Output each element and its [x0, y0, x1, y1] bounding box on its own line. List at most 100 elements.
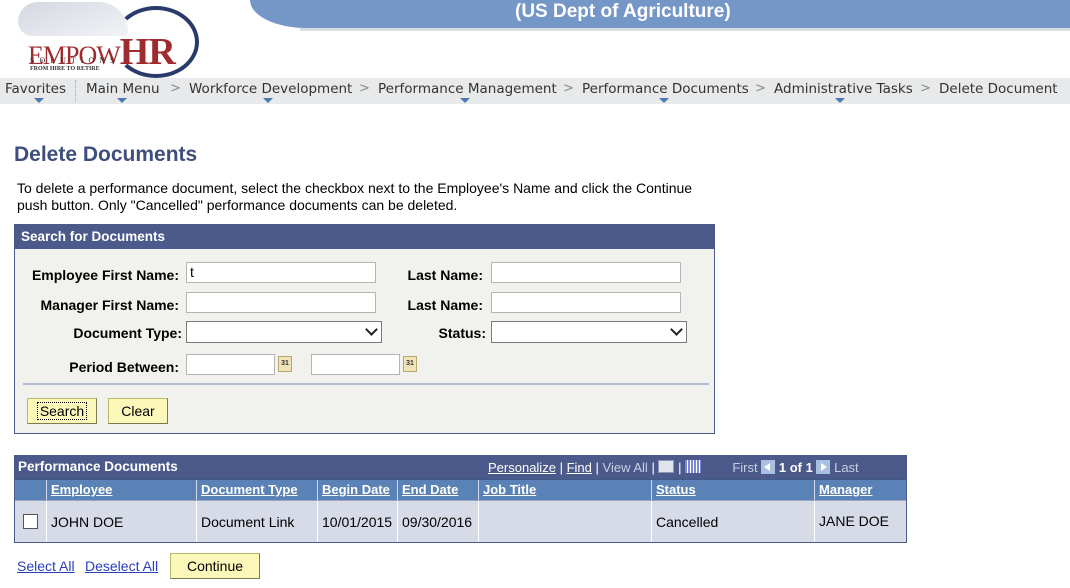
employee-first-name-input[interactable]: t — [186, 262, 376, 283]
column-header-label[interactable]: Begin Date — [322, 482, 390, 497]
dropdown-arrow-icon — [835, 98, 845, 103]
dropdown-arrow-icon — [117, 98, 127, 103]
manager-first-name-input[interactable] — [186, 292, 376, 313]
breadcrumb-nav: Favorites Main Menu > Workforce Developm… — [0, 78, 1070, 104]
grid-header: Performance Documents Personalize | Find… — [15, 455, 906, 479]
next-page-icon[interactable] — [816, 460, 831, 474]
view-all-link[interactable]: View All — [603, 460, 648, 475]
status-select[interactable] — [491, 321, 687, 343]
manager-last-name-label: Last Name: — [407, 297, 483, 313]
empowhr-logo: EMPOWHR SOLUTIONS FROM HIRE TO RETIRE — [18, 2, 208, 78]
nav-label: Delete Document — [939, 81, 1058, 97]
manager-last-name-input[interactable] — [491, 292, 681, 313]
status-cell: Cancelled — [652, 501, 815, 542]
breadcrumb-separator: > — [755, 81, 766, 96]
nav-favorites[interactable]: Favorites — [5, 81, 66, 103]
clear-button[interactable]: Clear — [108, 398, 168, 424]
search-button-label: Search — [36, 402, 88, 420]
column-header-begin-date[interactable]: Begin Date — [318, 480, 398, 500]
row-select-cell — [15, 501, 47, 542]
last-page-label: Last — [834, 460, 859, 475]
column-header-label[interactable]: Document Type — [201, 482, 298, 497]
dropdown-arrow-icon — [263, 98, 273, 103]
employee-first-name-label: Employee First Name: — [31, 267, 179, 283]
logo-tagline: FROM HIRE TO RETIRE — [30, 66, 100, 72]
logo-brand-part2: HR — [119, 31, 176, 73]
breadcrumb-separator: > — [920, 81, 931, 96]
calendar-icon[interactable]: 31 — [278, 356, 292, 372]
dropdown-arrow-icon — [659, 98, 669, 103]
column-header-employee[interactable]: Employee — [47, 480, 197, 500]
end-date-cell: 09/30/2016 — [398, 501, 479, 542]
dropdown-arrow-icon — [460, 98, 470, 103]
zoom-grid-icon[interactable] — [658, 460, 675, 473]
divider — [23, 383, 709, 385]
nav-performance-documents[interactable]: Performance Documents — [582, 81, 749, 103]
calendar-icon[interactable]: 31 — [403, 356, 417, 372]
select-column-header — [15, 480, 47, 500]
chevron-down-icon — [365, 323, 378, 336]
column-header-document-type[interactable]: Document Type — [197, 480, 318, 500]
logo-subtitle: SOLUTIONS — [30, 56, 120, 65]
begin-date-cell: 10/01/2015 — [318, 501, 398, 542]
header-banner-line — [300, 28, 1070, 31]
row-checkbox[interactable] — [23, 514, 38, 529]
toolbar-separator: | — [595, 460, 599, 475]
column-header-manager[interactable]: Manager — [815, 480, 906, 500]
document-type-label: Document Type: — [73, 325, 182, 341]
dropdown-arrow-icon — [34, 98, 44, 103]
period-to-input[interactable] — [311, 354, 400, 375]
nav-label: Performance Management — [378, 81, 557, 97]
column-header-label[interactable]: Manager — [819, 482, 872, 497]
previous-page-icon[interactable] — [761, 460, 776, 474]
download-to-spreadsheet-icon[interactable] — [685, 460, 702, 473]
period-from-input[interactable] — [186, 354, 275, 375]
nav-workforce-development[interactable]: Workforce Development — [189, 81, 352, 103]
column-header-label[interactable]: Employee — [51, 482, 112, 497]
nav-divider — [75, 80, 76, 102]
first-page-label: First — [732, 460, 758, 475]
deselect-all-link[interactable]: Deselect All — [85, 558, 158, 574]
column-header-job-title[interactable]: Job Title — [479, 480, 652, 500]
continue-button[interactable]: Continue — [170, 553, 260, 579]
nav-label: Performance Documents — [582, 81, 749, 97]
manager-first-name-label: Manager First Name: — [40, 297, 179, 313]
chevron-down-icon — [670, 323, 683, 336]
nav-delete-document[interactable]: Delete Document — [939, 81, 1058, 97]
column-header-label[interactable]: Status — [656, 482, 696, 497]
manager-cell: JANE DOE — [819, 513, 890, 529]
column-header-end-date[interactable]: End Date — [398, 480, 479, 500]
employee-last-name-input[interactable] — [491, 262, 681, 283]
performance-documents-grid: Performance Documents Personalize | Find… — [14, 455, 907, 543]
document-type-select[interactable] — [186, 321, 382, 343]
page-range: 1 of 1 — [778, 460, 813, 475]
toolbar-separator: | — [651, 460, 655, 475]
employee-cell: JOHN DOE — [47, 501, 197, 542]
table-row: JOHN DOE Document Link 10/01/2015 09/30/… — [15, 500, 906, 542]
employee-last-name-label: Last Name: — [407, 267, 483, 283]
toolbar-separator: | — [559, 460, 563, 475]
toolbar-separator: | — [678, 460, 682, 475]
nav-main-menu[interactable]: Main Menu — [86, 81, 160, 103]
document-type-cell: Document Link — [197, 501, 318, 542]
nav-performance-management[interactable]: Performance Management — [378, 81, 557, 103]
job-title-cell — [479, 501, 652, 542]
column-header-label[interactable]: Job Title — [483, 482, 536, 497]
column-header-status[interactable]: Status — [652, 480, 815, 500]
breadcrumb-separator: > — [359, 81, 370, 96]
search-panel: Search for Documents Employee First Name… — [14, 224, 715, 434]
search-button[interactable]: Search — [27, 398, 97, 424]
page-title: Delete Documents — [14, 143, 198, 166]
breadcrumb-separator: > — [563, 81, 574, 96]
grid-toolbar: Personalize | Find | View All | | First … — [488, 460, 859, 475]
select-all-link[interactable]: Select All — [17, 558, 75, 574]
period-between-label: Period Between: — [69, 359, 179, 375]
personalize-link[interactable]: Personalize — [488, 460, 556, 475]
breadcrumb-separator: > — [170, 81, 181, 96]
find-link[interactable]: Find — [567, 460, 592, 475]
status-label: Status: — [438, 325, 486, 341]
grid-title: Performance Documents — [18, 459, 178, 474]
column-header-label[interactable]: End Date — [402, 482, 458, 497]
nav-label: Main Menu — [86, 81, 160, 97]
nav-administrative-tasks[interactable]: Administrative Tasks — [774, 81, 913, 103]
